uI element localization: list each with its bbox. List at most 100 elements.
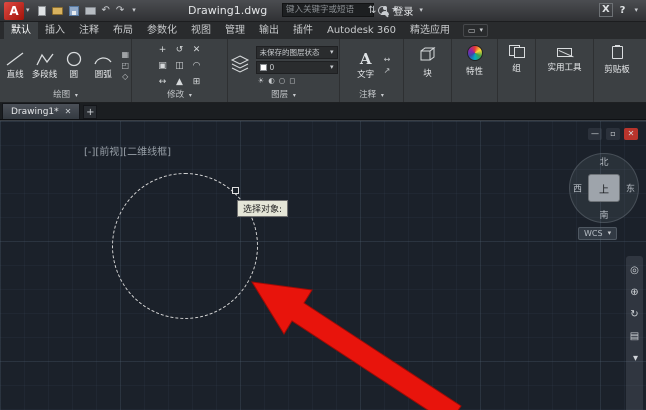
groups-panel-button[interactable]: 组	[498, 39, 536, 102]
draw-panel-title[interactable]: 绘图 ▾	[0, 89, 131, 102]
file-tab-drawing1[interactable]: Drawing1* ✕	[2, 103, 80, 119]
help-caret-icon[interactable]: ▾	[634, 7, 638, 14]
scale-icon[interactable]: ▲	[172, 75, 187, 89]
line-tool-button[interactable]: 直线	[2, 51, 28, 80]
utilities-panel-button[interactable]: 实用工具	[536, 39, 594, 102]
help-icon[interactable]: ?	[620, 5, 626, 16]
layer-color-swatch	[260, 64, 267, 71]
layer-properties-button[interactable]	[230, 54, 250, 78]
layer-state-dropdown[interactable]: 未保存的图层状态 ▾	[256, 46, 338, 59]
app-menu-caret-icon[interactable]: ▾	[26, 7, 30, 14]
clipboard-panel-button[interactable]: 剪贴板	[594, 39, 640, 102]
file-tab-close-icon[interactable]: ✕	[65, 107, 72, 116]
ribbon-tab-insert[interactable]: 插入	[38, 22, 72, 39]
search-input[interactable]	[282, 3, 374, 17]
open-file-icon[interactable]	[52, 7, 63, 15]
viewcube-west[interactable]: 西	[573, 182, 582, 195]
layer-select-caret-icon: ▾	[330, 64, 334, 71]
ribbon-collapse-button[interactable]: ▭ ▾	[463, 24, 488, 37]
titlebar-right-icons: X ? ▾	[599, 3, 638, 17]
exchange-apps-icon[interactable]: X	[599, 3, 613, 17]
pickbox-cursor	[232, 187, 239, 194]
rectangle-icon[interactable]: ◰	[121, 62, 129, 70]
viewcube-south[interactable]: 南	[599, 208, 608, 221]
dimension-icon[interactable]: ↔	[384, 56, 391, 64]
new-file-icon[interactable]	[38, 6, 46, 16]
ribbon-tab-manage[interactable]: 管理	[218, 22, 252, 39]
navigation-bar: ◎ ⊕ ↻ ▤ ▾	[626, 256, 643, 410]
ribbon-tab-output[interactable]: 输出	[252, 22, 286, 39]
steering-wheel-icon[interactable]: ◎	[630, 266, 639, 276]
polyline-tool-button[interactable]: 多段线	[31, 51, 57, 80]
plot-icon[interactable]	[85, 7, 96, 15]
orbit-icon[interactable]: ↻	[630, 310, 638, 320]
modify-panel-title[interactable]: 修改 ▾	[132, 89, 227, 102]
rotate-icon[interactable]: ↺	[172, 43, 187, 57]
ribbon-tab-autodesk360[interactable]: Autodesk 360	[320, 22, 403, 39]
layer-lock-icon[interactable]: ○	[279, 76, 286, 85]
ribbon-tab-home[interactable]: 默认	[4, 22, 38, 39]
stretch-icon[interactable]: ↔	[155, 75, 170, 89]
layer-on-icon[interactable]: ☀	[258, 76, 265, 85]
draw-panel: 直线 多段线 圆 圆弧	[0, 39, 132, 102]
layers-icon	[230, 54, 250, 74]
leader-icon[interactable]: ↗	[384, 67, 391, 75]
move-icon[interactable]: +	[155, 43, 170, 57]
navbar-caret-icon[interactable]: ▾	[633, 354, 638, 364]
block-panel-button[interactable]: 块	[404, 39, 452, 102]
save-icon[interactable]	[69, 6, 79, 16]
viewport-controls[interactable]: [-][前视][二维线框]	[84, 143, 171, 158]
arc-tool-button[interactable]: 圆弧	[90, 51, 116, 80]
wcs-dropdown[interactable]: WCS ▾	[578, 227, 617, 240]
doc-close-icon[interactable]: ✕	[624, 128, 638, 140]
quick-access-toolbar: ↶ ↷ ▾	[38, 6, 136, 16]
ribbon-tab-annotate[interactable]: 注释	[72, 22, 106, 39]
hatch-icon[interactable]: ▦	[121, 51, 129, 59]
file-tab-bar: Drawing1* ✕ +	[0, 103, 646, 120]
layer-select-dropdown[interactable]: 0 ▾	[256, 61, 338, 74]
mirror-icon[interactable]: ◫	[172, 59, 187, 73]
layer-color-icon[interactable]: ◻	[289, 76, 295, 85]
properties-panel-button[interactable]: 特性	[452, 39, 498, 102]
wcs-caret-icon: ▾	[608, 230, 612, 237]
ribbon-tab-featured-apps[interactable]: 精选应用	[403, 22, 457, 39]
circle-icon	[64, 51, 84, 67]
modify-panel-caret-icon: ▾	[189, 92, 192, 99]
sync-icon[interactable]: ⇅	[368, 6, 376, 16]
viewcube-top-face[interactable]: 上	[588, 174, 620, 202]
selected-circle-object[interactable]	[112, 173, 258, 319]
ribbon-tab-view[interactable]: 视图	[184, 22, 218, 39]
qat-caret-icon[interactable]: ▾	[132, 7, 136, 14]
doc-minimize-icon[interactable]: —	[588, 128, 602, 140]
ribbon-tab-plugins[interactable]: 插件	[286, 22, 320, 39]
ribbon-tab-layout[interactable]: 布局	[106, 22, 140, 39]
viewcube[interactable]: 北 南 西 东 上	[569, 153, 639, 223]
layers-panel-title[interactable]: 图层 ▾	[228, 89, 339, 102]
array-icon[interactable]: ⊞	[189, 75, 204, 89]
undo-icon[interactable]: ↶	[102, 6, 110, 16]
layer-freeze-icon[interactable]: ◐	[268, 76, 275, 85]
ribbon-tab-parametric[interactable]: 参数化	[140, 22, 184, 39]
signin-caret-icon[interactable]: ▾	[419, 7, 423, 14]
drawing-canvas[interactable]: [-][前视][二维线框] — ▫ ✕ 北 南 西 东 上 WCS ▾ ◎ ⊕ …	[0, 120, 646, 410]
new-drawing-tab-button[interactable]: +	[83, 105, 97, 119]
viewcube-east[interactable]: 东	[626, 182, 635, 195]
layers-panel-caret-icon: ▾	[293, 92, 296, 99]
polyline-icon	[35, 51, 55, 67]
doc-restore-icon[interactable]: ▫	[606, 128, 620, 140]
ellipse-icon[interactable]: ◇	[122, 73, 128, 81]
redo-icon[interactable]: ↷	[116, 6, 124, 16]
line-icon	[5, 51, 25, 67]
showmotion-icon[interactable]: ▤	[630, 332, 639, 342]
copy-icon[interactable]: ▣	[155, 59, 170, 73]
viewcube-north[interactable]: 北	[599, 155, 608, 168]
fillet-icon[interactable]: ◠	[189, 59, 204, 73]
text-tool-button[interactable]: A 文字	[353, 51, 379, 80]
zoom-icon[interactable]: ⊕	[630, 288, 638, 298]
annotate-panel-title[interactable]: 注释 ▾	[340, 89, 403, 102]
arc-icon	[93, 51, 113, 67]
circle-tool-button[interactable]: 圆	[61, 51, 87, 80]
app-menu-button[interactable]: A	[4, 2, 24, 20]
signin-button[interactable]: 登录	[393, 3, 413, 18]
trim-icon[interactable]: ✕	[189, 43, 204, 57]
